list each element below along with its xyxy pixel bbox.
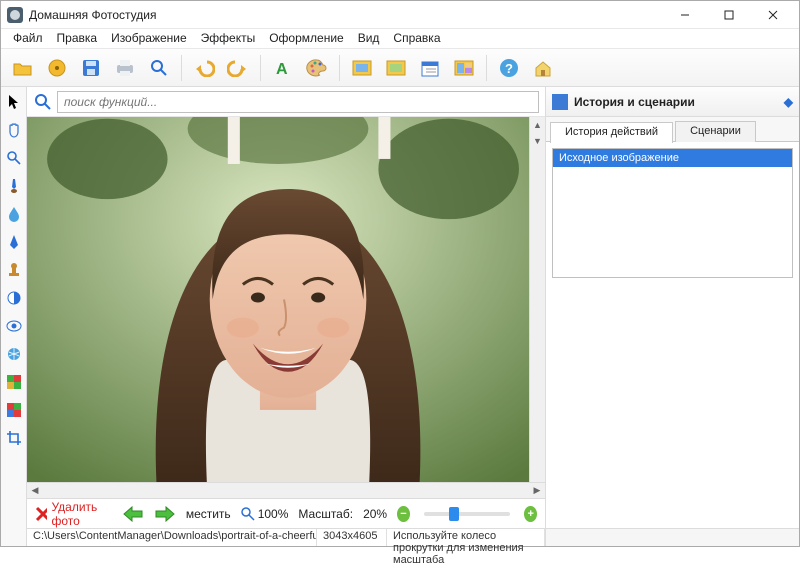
- svg-text:?: ?: [505, 61, 513, 76]
- history-item[interactable]: Исходное изображение: [553, 149, 792, 167]
- status-dimensions: 3043x4605: [317, 529, 387, 546]
- menu-edit[interactable]: Правка: [51, 29, 104, 48]
- palette-button[interactable]: [303, 54, 331, 82]
- window-title: Домашняя Фотостудия: [29, 8, 663, 22]
- next-photo-button[interactable]: [154, 504, 176, 524]
- save-button[interactable]: [77, 54, 105, 82]
- crop-tool-icon[interactable]: [5, 429, 23, 447]
- menu-effects[interactable]: Эффекты: [195, 29, 262, 48]
- history-list[interactable]: Исходное изображение: [552, 148, 793, 278]
- catalog-button[interactable]: [43, 54, 71, 82]
- tool-sidebar: [1, 87, 27, 546]
- menu-view[interactable]: Вид: [352, 29, 386, 48]
- calendar-button[interactable]: [416, 54, 444, 82]
- tab-history[interactable]: История действий: [550, 122, 673, 143]
- vertical-scrollbar[interactable]: ▲▼: [529, 117, 545, 482]
- svg-text:A: A: [276, 61, 288, 78]
- undo-button[interactable]: [190, 54, 218, 82]
- text-button[interactable]: A: [269, 54, 297, 82]
- status-hint: Используйте колесо прокрутки для изменен…: [387, 529, 545, 546]
- status-filepath: C:\Users\ContentManager\Downloads\portra…: [27, 529, 317, 546]
- main-toolbar: A ?: [1, 49, 799, 87]
- zoom-in-button[interactable]: +: [524, 506, 537, 522]
- menu-design[interactable]: Оформление: [263, 29, 349, 48]
- zoom-reset-icon: [241, 507, 255, 521]
- frame1-button[interactable]: [348, 54, 376, 82]
- pen-tool-icon[interactable]: [5, 233, 23, 251]
- search-icon: [33, 92, 53, 112]
- collage-button[interactable]: [450, 54, 478, 82]
- color1-tool-icon[interactable]: [5, 373, 23, 391]
- frame2-button[interactable]: [382, 54, 410, 82]
- menu-image[interactable]: Изображение: [105, 29, 193, 48]
- horizontal-scrollbar[interactable]: ◀▶: [27, 482, 545, 498]
- zoom-out-button[interactable]: −: [397, 506, 410, 522]
- history-panel-icon: [552, 94, 568, 110]
- color2-tool-icon[interactable]: [5, 401, 23, 419]
- home-button[interactable]: [529, 54, 557, 82]
- help-button[interactable]: ?: [495, 54, 523, 82]
- globe-tool-icon[interactable]: [5, 345, 23, 363]
- hand-tool-icon[interactable]: [5, 121, 23, 139]
- brush-tool-icon[interactable]: [5, 177, 23, 195]
- delete-icon: [35, 506, 47, 522]
- prev-photo-button[interactable]: [122, 504, 144, 524]
- search-button[interactable]: [145, 54, 173, 82]
- contrast-tool-icon[interactable]: [5, 289, 23, 307]
- function-search-input[interactable]: [57, 91, 539, 113]
- tab-scenarios[interactable]: Сценарии: [675, 121, 756, 142]
- print-button[interactable]: [111, 54, 139, 82]
- fit-label[interactable]: местить: [186, 507, 231, 521]
- history-panel-title: История и сценарии: [574, 95, 695, 109]
- menu-file[interactable]: Файл: [7, 29, 49, 48]
- right-statusbar: [546, 528, 799, 546]
- close-button[interactable]: [751, 1, 795, 29]
- zoom-slider[interactable]: [424, 512, 511, 516]
- app-icon: [7, 7, 23, 23]
- delete-photo-button[interactable]: Удалить фото: [35, 500, 112, 528]
- zoom-reset-button[interactable]: 100%: [241, 507, 289, 521]
- eye-tool-icon[interactable]: [5, 317, 23, 335]
- menubar: Файл Правка Изображение Эффекты Оформлен…: [1, 29, 799, 49]
- delete-photo-label: Удалить фото: [51, 500, 111, 528]
- drop-tool-icon[interactable]: [5, 205, 23, 223]
- stamp-tool-icon[interactable]: [5, 261, 23, 279]
- scale-value: 20%: [363, 507, 387, 521]
- zoom-tool-icon[interactable]: [5, 149, 23, 167]
- scale-label: Масштаб:: [298, 507, 353, 521]
- open-button[interactable]: [9, 54, 37, 82]
- minimize-button[interactable]: [663, 1, 707, 29]
- maximize-button[interactable]: [707, 1, 751, 29]
- image-canvas[interactable]: [27, 117, 529, 482]
- pointer-tool-icon[interactable]: [5, 93, 23, 111]
- redo-button[interactable]: [224, 54, 252, 82]
- menu-help[interactable]: Справка: [387, 29, 446, 48]
- pin-icon[interactable]: ◆: [784, 95, 793, 109]
